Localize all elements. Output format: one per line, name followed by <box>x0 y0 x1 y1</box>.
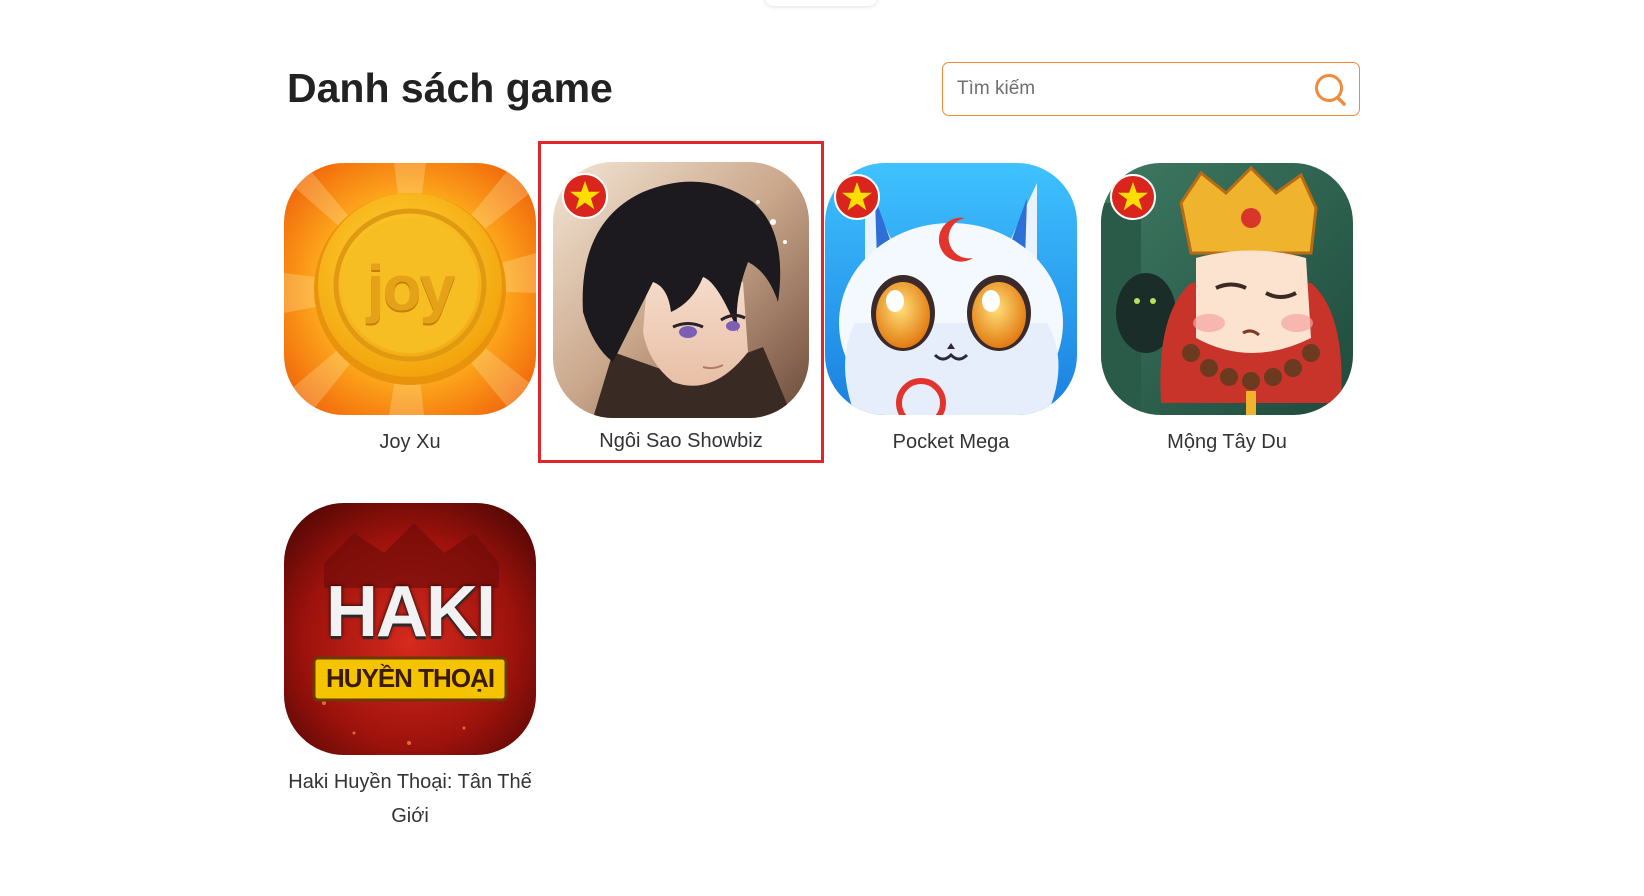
search-icon[interactable] <box>1313 73 1349 107</box>
game-card-pocket-mega[interactable]: Pocket Mega <box>825 163 1077 459</box>
game-name: Mộng Tây Du <box>1167 431 1287 453</box>
haki-logo-title: HAKI <box>326 572 496 652</box>
game-icon-haki-huyen-thoai[interactable]: HAKI HUYỀN THOẠI <box>284 503 536 755</box>
game-name: Pocket Mega <box>892 431 1010 453</box>
game-name: Joy Xu <box>379 431 441 453</box>
top-tab-handle <box>765 0 877 6</box>
vietnam-flag-badge-icon <box>1110 174 1156 220</box>
joy-logo-text: joy <box>366 252 455 324</box>
game-icon-mong-tay-du[interactable] <box>1101 163 1353 415</box>
game-name: Haki Huyền Thoại: Tân Thế Giới <box>288 771 532 827</box>
vietnam-flag-badge-icon <box>834 174 880 220</box>
vietnam-flag-badge-icon <box>562 173 608 219</box>
page-title: Danh sách game <box>287 65 613 111</box>
search-box[interactable] <box>942 62 1360 116</box>
game-card-haki-huyen-thoai[interactable]: HAKI HUYỀN THOẠI Haki Huyền Thoại: Tân T… <box>284 503 536 833</box>
haki-logo-subtitle: HUYỀN THOẠI <box>325 663 495 693</box>
game-icon-pocket-mega[interactable] <box>825 163 1077 415</box>
game-card-mong-tay-du[interactable]: Mộng Tây Du <box>1101 163 1353 459</box>
search-input[interactable] <box>957 73 1297 105</box>
game-card-ngoi-sao-showbiz[interactable]: Ngôi Sao Showbiz <box>538 141 824 463</box>
game-icon-ngoi-sao-showbiz[interactable] <box>553 162 809 418</box>
game-name: Ngôi Sao Showbiz <box>599 430 763 452</box>
game-card-joy-xu[interactable]: joy Joy Xu <box>284 163 536 459</box>
game-icon-joy-xu[interactable]: joy <box>284 163 536 415</box>
